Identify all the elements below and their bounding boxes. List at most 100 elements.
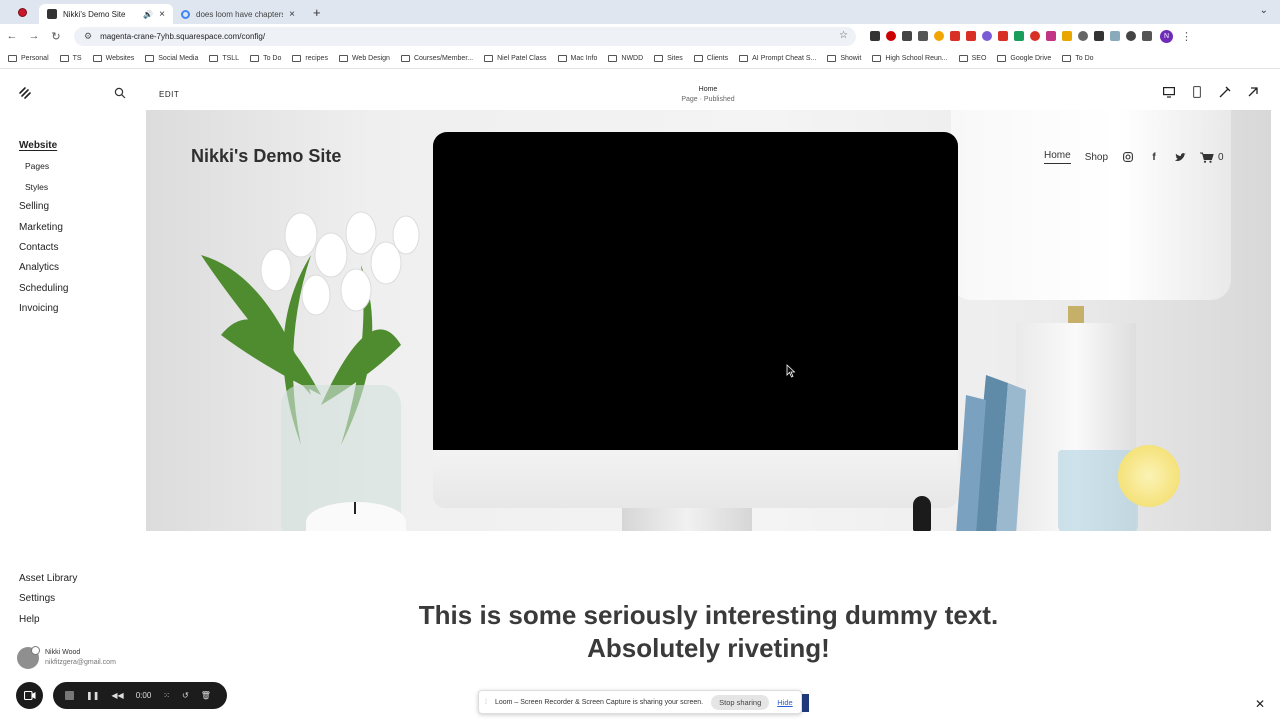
browser-extension-icon[interactable] <box>982 31 992 41</box>
browser-extension-icon[interactable] <box>1126 31 1136 41</box>
instagram-icon[interactable] <box>1122 151 1134 163</box>
bookmark-item[interactable]: recipes <box>292 54 328 62</box>
bookmark-item[interactable]: Niel Patel Class <box>484 54 547 62</box>
browser-extension-icon[interactable] <box>1046 31 1056 41</box>
browser-extension-icon[interactable] <box>950 31 960 41</box>
bookmark-item[interactable]: AI Prompt Cheat S... <box>739 54 816 62</box>
speaker-icon[interactable]: 🔊 <box>143 10 153 19</box>
bookmark-item[interactable]: To Do <box>1062 54 1094 62</box>
bookmark-item[interactable]: Courses/Member... <box>400 54 474 62</box>
browser-extension-icon[interactable] <box>1030 31 1040 41</box>
browser-extension-icon[interactable] <box>870 31 880 41</box>
stop-recording-icon[interactable] <box>65 691 74 700</box>
bookmark-item[interactable]: SEO <box>958 54 986 62</box>
search-icon[interactable] <box>114 87 126 99</box>
browser-extension-icon[interactable] <box>1094 31 1104 41</box>
site-nav-shop[interactable]: Shop <box>1085 152 1108 163</box>
hide-banner-button[interactable]: Hide <box>777 698 792 707</box>
close-tab-icon[interactable]: × <box>289 9 295 20</box>
rewind-icon[interactable]: ◀◀ <box>111 691 123 700</box>
lemon-graphic <box>1118 445 1180 507</box>
edit-button[interactable]: EDIT <box>159 90 179 99</box>
site-info-icon[interactable]: ⚙ <box>84 31 92 42</box>
intro-text-block[interactable]: This is some seriously interesting dummy… <box>146 599 1271 665</box>
recording-timer: 0:00 <box>135 691 152 700</box>
nav-settings[interactable]: Settings <box>19 592 77 612</box>
nav-scheduling[interactable]: Scheduling <box>19 282 68 302</box>
address-bar[interactable]: ⚙ magenta-crane-7yhb.squarespace.com/con… <box>74 26 856 46</box>
folder-icon <box>654 54 664 62</box>
browser-extension-icon[interactable] <box>1110 31 1120 41</box>
bookmark-item[interactable]: Google Drive <box>997 54 1051 62</box>
bookmark-star-icon[interactable]: ☆ <box>839 30 848 41</box>
browser-extension-icon[interactable] <box>1062 31 1072 41</box>
tab-nikkis-demo-site[interactable]: Nikki's Demo Site 🔊 × <box>39 4 173 24</box>
delete-recording-icon[interactable]: 🗑 <box>201 691 211 700</box>
drag-handle-icon[interactable]: ⁞ <box>485 699 487 706</box>
tab-google-search[interactable]: does loom have chapters - G × <box>173 4 303 24</box>
back-button[interactable]: ← <box>2 30 22 42</box>
browser-extension-icon[interactable] <box>902 31 912 41</box>
bookmark-item[interactable]: To Do <box>250 54 282 62</box>
mobile-view-icon[interactable] <box>1190 85 1204 99</box>
browser-extension-icon[interactable] <box>998 31 1008 41</box>
bookmark-item[interactable]: High School Reun... <box>872 54 948 62</box>
twitter-icon[interactable] <box>1174 151 1186 163</box>
bookmark-item[interactable]: NWDD <box>608 54 643 62</box>
new-tab-button[interactable]: + <box>313 5 321 20</box>
facebook-icon[interactable]: f <box>1148 151 1160 163</box>
bookmark-item[interactable]: Sites <box>654 54 683 62</box>
bookmark-item[interactable]: Mac Info <box>557 54 597 62</box>
browser-extension-icon[interactable] <box>1078 31 1088 41</box>
tab-search-chevron-icon[interactable]: ⌄ <box>1260 5 1268 16</box>
open-site-arrow-icon[interactable] <box>1246 85 1260 99</box>
cart-button[interactable]: 0 <box>1200 152 1224 163</box>
site-preview[interactable]: Nikki's Demo Site Home Shop f 0 This is … <box>146 110 1271 690</box>
bookmark-item[interactable]: Personal <box>8 54 49 62</box>
reload-button[interactable]: ↻ <box>46 30 66 43</box>
site-nav-home[interactable]: Home <box>1044 150 1071 164</box>
loom-camera-button[interactable] <box>16 682 43 709</box>
close-icon[interactable]: ✕ <box>1255 697 1265 711</box>
browser-extension-icon[interactable] <box>918 31 928 41</box>
squarespace-logo-icon[interactable] <box>18 86 32 100</box>
bookmark-item[interactable]: TSLL <box>209 54 239 62</box>
site-title[interactable]: Nikki's Demo Site <box>191 146 341 167</box>
bookmark-item[interactable]: Websites <box>92 54 134 62</box>
nav-selling[interactable]: Selling <box>19 200 68 220</box>
bookmark-label: To Do <box>263 54 282 62</box>
user-account[interactable]: Nikki Wood nikfitzgera@gmail.com <box>17 646 116 669</box>
nav-marketing[interactable]: Marketing <box>19 221 68 241</box>
nav-invoicing[interactable]: Invoicing <box>19 302 68 322</box>
forward-button[interactable]: → <box>24 30 44 42</box>
nav-pages[interactable]: Pages <box>19 159 68 179</box>
desktop-view-icon[interactable] <box>1162 85 1176 99</box>
stop-sharing-button[interactable]: Stop sharing <box>711 694 770 710</box>
bookmark-item[interactable]: Web Design <box>338 54 390 62</box>
close-tab-icon[interactable]: × <box>159 9 165 20</box>
drawing-tools-icon[interactable]: ⁙ <box>163 691 170 700</box>
browser-menu-icon[interactable]: ⋮ <box>1181 30 1192 43</box>
bookmark-item[interactable]: Showit <box>827 54 861 62</box>
partially-hidden-button[interactable] <box>802 694 809 712</box>
nav-help[interactable]: Help <box>19 613 77 633</box>
bookmark-label: Courses/Member... <box>413 54 474 62</box>
nav-asset-library[interactable]: Asset Library <box>19 572 77 592</box>
bookmark-item[interactable]: Clients <box>693 54 728 62</box>
browser-extension-icon[interactable] <box>1014 31 1024 41</box>
browser-extension-icon[interactable] <box>966 31 976 41</box>
browser-extension-icon[interactable] <box>1142 31 1152 41</box>
profile-avatar[interactable]: N <box>1160 29 1173 43</box>
sharing-message: Loom – Screen Recorder & Screen Capture … <box>494 698 704 706</box>
bookmark-item[interactable]: TS <box>59 54 82 62</box>
browser-extension-icon[interactable] <box>934 31 944 41</box>
design-brush-icon[interactable] <box>1218 85 1232 99</box>
nav-styles[interactable]: Styles <box>19 180 68 200</box>
restart-icon[interactable]: ↺ <box>182 691 189 700</box>
nav-analytics[interactable]: Analytics <box>19 261 68 281</box>
bookmark-item[interactable]: Social Media <box>145 54 198 62</box>
nav-contacts[interactable]: Contacts <box>19 241 68 261</box>
nav-website[interactable]: Website <box>19 139 68 159</box>
pause-icon[interactable]: ❚❚ <box>86 691 99 700</box>
browser-extension-icon[interactable] <box>886 31 896 41</box>
